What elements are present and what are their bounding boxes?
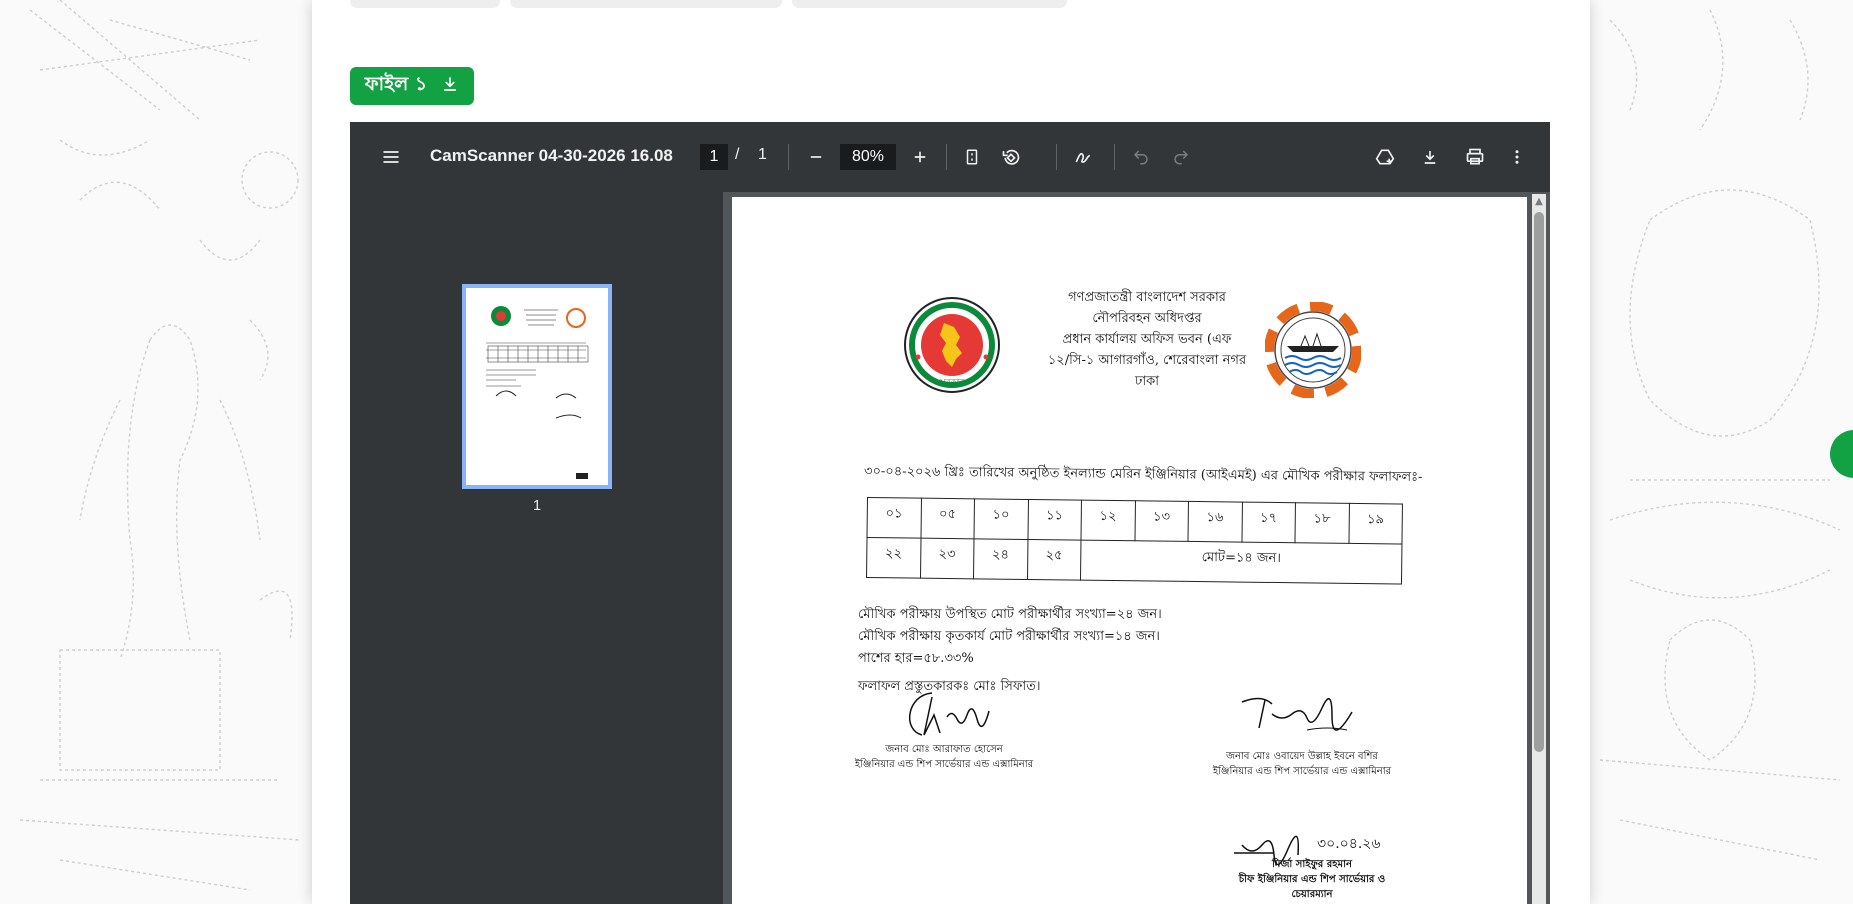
document-title: CamScanner 04-30-2026 16.08 <box>430 146 673 165</box>
office-header: গণপ্রজাতন্ত্রী বাংলাদেশ সরকার নৌপরিবহন অ… <box>1032 287 1262 392</box>
content-panel: ফাইল ১ CamScanner 04-30-2026 16.08 1 / 1… <box>312 0 1590 904</box>
results-table: ০১ ০৫ ১০ ১১ ১২ ১৩ ১৬ ১৭ ১৮ ১৯ ২২ ২৩ ২৪ ২… <box>866 497 1403 585</box>
header-line: প্রধান কার্যালয় অফিস ভবন (এফ <box>1062 332 1232 347</box>
thumbnail-page-number: 1 <box>532 497 542 514</box>
print-icon[interactable] <box>1462 144 1488 170</box>
stat-present: মৌখিক পরীক্ষায় উপস্থিত মোট পরীক্ষার্থীর… <box>858 607 1162 622</box>
signature-left <box>908 692 990 736</box>
zoom-level-input[interactable]: 80% <box>840 144 896 170</box>
table-cell: ১২ <box>1080 500 1135 541</box>
signer-left-title: ইঞ্জিনিয়ার এন্ড শিপ সার্ভেয়ার এন্ড এক্… <box>854 759 1034 770</box>
header-line: ঢাকা <box>1135 374 1159 389</box>
table-cell: ২৫ <box>1027 539 1081 581</box>
signer-left-name: জনাব মোঃ আরাফাত হোসেন <box>885 744 1003 755</box>
more-vert-icon[interactable] <box>1504 144 1530 170</box>
signer-chief: মির্জা সাইফুর রহমান চীফ ইঞ্জিনিয়ার এন্ড… <box>1232 857 1392 902</box>
filter-pill[interactable] <box>510 0 782 8</box>
table-cell: ১৩ <box>1134 500 1189 542</box>
shipping-department-seal <box>1264 301 1362 402</box>
exam-result-title: ৩০-০৪-২০২৬ খ্রিঃ তারিখের অনুষ্ঠিত ইনল্যা… <box>863 464 1423 485</box>
signer-right-name: জনাব মোঃ ওবায়েদ উল্লাহ ইবনে বশির <box>1226 751 1378 762</box>
stat-pass-rate: পাশের হার=৫৮.৩৩% <box>858 651 974 666</box>
redo-icon[interactable] <box>1168 144 1194 170</box>
toolbar-divider <box>1114 144 1115 170</box>
signer-chief-date: ৩০.০৪.২৬ <box>1317 836 1381 852</box>
table-cell: ০১ <box>867 497 921 539</box>
table-cell: ১৮ <box>1294 502 1349 544</box>
table-row: ২২ ২৩ ২৪ ২৫ মোট=১৪ জন। <box>866 537 1402 585</box>
decorative-background-right <box>1590 0 1853 904</box>
header-line: নৌপরিবহন অধিদপ্তর <box>1092 311 1202 326</box>
minus-icon[interactable] <box>803 144 829 170</box>
filter-pill[interactable] <box>792 0 1067 8</box>
toolbar-divider <box>1056 144 1057 170</box>
signer-right-title: ইঞ্জিনিয়ার এন্ড শিপ সার্ভেয়ার এন্ড এক্… <box>1212 766 1392 777</box>
seal-text: সরকার <box>939 378 966 388</box>
signature-right <box>1241 697 1353 731</box>
filter-pill[interactable] <box>350 0 500 8</box>
table-cell: ১৬ <box>1187 501 1242 543</box>
pdf-viewer: CamScanner 04-30-2026 16.08 1 / 1 80% 1 … <box>350 122 1550 904</box>
table-total-cell: মোট=১৪ জন। <box>1080 540 1402 585</box>
rotate-icon[interactable] <box>998 144 1024 170</box>
download-icon <box>441 75 459 98</box>
thumbnail-sidebar: 1 <box>350 192 723 904</box>
table-cell: ২২ <box>866 537 921 579</box>
signer-left: জনাব মোঃ আরাফাত হোসেন ইঞ্জিনিয়ার এন্ড শ… <box>844 742 1044 772</box>
table-cell: ১০ <box>973 498 1028 540</box>
document-page: সরকার গণপ্রজাতন্ত্রী বাংলাদেশ সরকার নৌপর… <box>732 197 1527 904</box>
download-icon[interactable] <box>1417 144 1443 170</box>
toolbar-divider <box>946 144 947 170</box>
header-line: গণপ্রজাতন্ত্রী বাংলাদেশ সরকার <box>1068 290 1226 305</box>
fit-page-icon[interactable] <box>959 144 985 170</box>
page-number-input[interactable]: 1 <box>700 144 728 170</box>
filter-pill-row <box>350 0 1067 8</box>
page-separator: / <box>735 146 740 163</box>
draw-icon[interactable] <box>1070 144 1096 170</box>
bangladesh-government-seal: সরকার <box>902 295 1002 399</box>
table-cell: ২৩ <box>920 538 974 579</box>
plus-icon[interactable] <box>907 144 933 170</box>
header-line: ১২/সি-১ আগারগাঁও, শেরেবাংলা নগর <box>1047 353 1247 368</box>
page-thumbnail[interactable] <box>462 284 612 489</box>
page-total: 1 <box>758 146 767 163</box>
table-cell: ১১ <box>1027 499 1082 541</box>
signer-chief-title: চীফ ইঞ্জিনিয়ার এন্ড শিপ সার্ভেয়ার ও <box>1238 874 1386 885</box>
table-cell: ২৪ <box>973 538 1028 580</box>
decorative-background-left <box>0 0 312 904</box>
toolbar-divider <box>788 144 789 170</box>
scrollbar-thumb[interactable] <box>1534 212 1544 752</box>
file-download-badge[interactable]: ফাইল ১ <box>350 67 474 105</box>
pdf-toolbar: CamScanner 04-30-2026 16.08 1 / 1 80% <box>350 122 1550 192</box>
scroll-up-arrow-icon[interactable]: ▲ <box>1533 196 1545 208</box>
save-to-drive-icon[interactable] <box>1372 144 1398 170</box>
table-cell: ১৯ <box>1348 503 1403 545</box>
table-cell: ১৭ <box>1241 502 1296 543</box>
file-badge-label: ফাইল ১ <box>364 73 428 95</box>
menu-icon[interactable] <box>378 144 404 170</box>
table-cell: ০৫ <box>920 498 975 539</box>
undo-icon[interactable] <box>1128 144 1154 170</box>
signer-chief-title2: চেয়ারম্যান <box>1291 889 1333 900</box>
signer-chief-name: মির্জা সাইফুর রহমান <box>1272 859 1352 870</box>
table-row: ০১ ০৫ ১০ ১১ ১২ ১৩ ১৬ ১৭ ১৮ ১৯ <box>867 497 1403 545</box>
stat-passed: মৌখিক পরীক্ষায় কৃতকার্য মোট পরীক্ষার্থী… <box>858 629 1160 644</box>
signer-right: জনাব মোঃ ওবায়েদ উল্লাহ ইবনে বশির ইঞ্জিন… <box>1207 749 1397 779</box>
